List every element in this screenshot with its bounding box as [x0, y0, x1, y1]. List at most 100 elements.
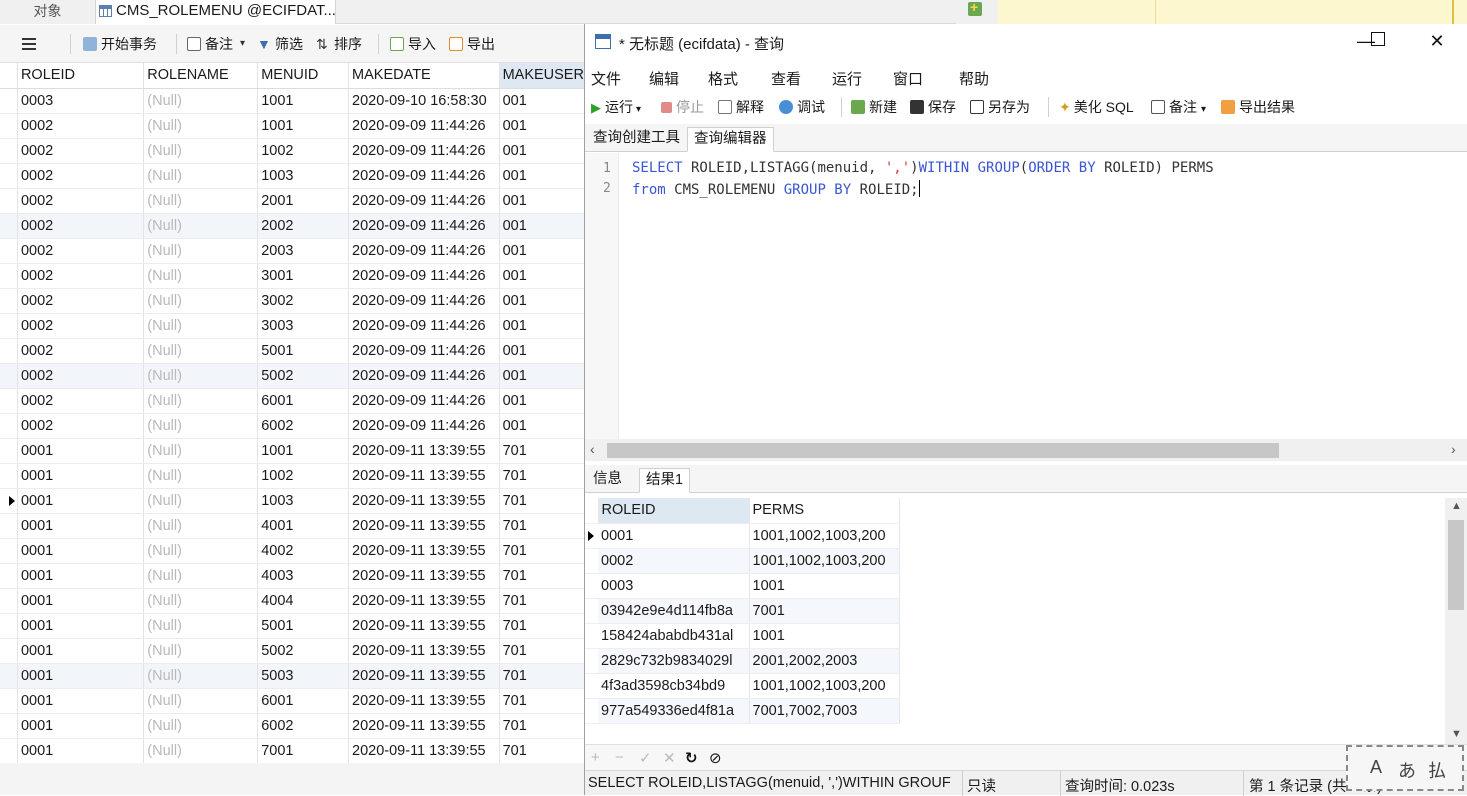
row-marker[interactable]: [0, 163, 18, 189]
cell-menuid[interactable]: 3003: [257, 313, 350, 339]
cell-menuid[interactable]: 6001: [257, 688, 350, 714]
cell-makedate[interactable]: 2020-09-09 11:44:26: [348, 338, 500, 364]
result-row[interactable]: 158424ababdb431al 1001: [585, 623, 900, 649]
cell-roleid[interactable]: 0002: [17, 388, 145, 414]
row-marker[interactable]: [0, 563, 18, 589]
row-marker[interactable]: [0, 113, 18, 139]
scroll-down-icon[interactable]: ▼: [1451, 728, 1462, 740]
cell-rolename[interactable]: (Null): [143, 613, 259, 639]
note-dropdown-icon[interactable]: ▾: [240, 34, 254, 54]
cell-roleid[interactable]: 0001: [17, 488, 145, 514]
result-cell-perms[interactable]: 1001,1002,1003,200: [749, 673, 900, 699]
cell-makeuser[interactable]: 001: [499, 338, 585, 364]
tab-table-cms-rolemenu[interactable]: CMS_ROLEMENU @ECIFDAT...: [96, 0, 336, 24]
table-row[interactable]: 0002 (Null) 2003 2020-09-09 11:44:26 001: [0, 238, 585, 264]
explain-button[interactable]: 解释: [718, 97, 764, 117]
row-marker[interactable]: [0, 138, 18, 164]
cell-makedate[interactable]: 2020-09-11 13:39:55: [348, 463, 500, 489]
menu-icon[interactable]: [22, 38, 36, 50]
cell-makedate[interactable]: 2020-09-09 11:44:26: [348, 413, 500, 439]
result-cell-roleid[interactable]: 0001: [598, 523, 750, 549]
cell-makeuser[interactable]: 701: [499, 538, 585, 564]
cell-menuid[interactable]: 5001: [257, 613, 350, 639]
cell-makedate[interactable]: 2020-09-09 11:44:26: [348, 313, 500, 339]
column-header-menuid[interactable]: MENUID: [257, 63, 350, 89]
cell-menuid[interactable]: 1002: [257, 463, 350, 489]
sort-button[interactable]: ⇅ 排序: [316, 34, 362, 54]
cell-menuid[interactable]: 1003: [257, 163, 350, 189]
row-marker[interactable]: [585, 523, 598, 549]
cell-rolename[interactable]: (Null): [143, 363, 259, 389]
table-row[interactable]: 0002 (Null) 2001 2020-09-09 11:44:26 001: [0, 188, 585, 214]
cell-rolename[interactable]: (Null): [143, 688, 259, 714]
cell-menuid[interactable]: 7001: [257, 738, 350, 763]
cell-rolename[interactable]: (Null): [143, 438, 259, 464]
note-button[interactable]: 备注: [187, 34, 233, 54]
tab-info[interactable]: 信息: [587, 468, 628, 493]
begin-transaction-button[interactable]: 开始事务: [83, 34, 157, 54]
cell-makedate[interactable]: 2020-09-09 11:44:26: [348, 188, 500, 214]
result-cell-roleid[interactable]: 0002: [598, 548, 750, 574]
row-marker[interactable]: [0, 213, 18, 239]
cell-makedate[interactable]: 2020-09-09 11:44:26: [348, 163, 500, 189]
row-marker[interactable]: [0, 488, 18, 514]
ime-mode-kana[interactable]: あ: [1398, 757, 1416, 783]
cell-rolename[interactable]: (Null): [143, 138, 259, 164]
cell-makeuser[interactable]: 001: [499, 313, 585, 339]
cell-makedate[interactable]: 2020-09-11 13:39:55: [348, 663, 500, 689]
result-cell-roleid[interactable]: 0003: [598, 573, 750, 599]
cell-makeuser[interactable]: 701: [499, 688, 585, 714]
scroll-up-icon[interactable]: ▲: [1451, 500, 1462, 512]
note-dropdown-icon[interactable]: ▾: [1201, 104, 1206, 115]
cell-makedate[interactable]: 2020-09-09 11:44:26: [348, 363, 500, 389]
cell-makeuser[interactable]: 001: [499, 288, 585, 314]
table-row[interactable]: 0002 (Null) 3003 2020-09-09 11:44:26 001: [0, 313, 585, 339]
cell-makedate[interactable]: 2020-09-09 11:44:26: [348, 213, 500, 239]
cell-roleid[interactable]: 0001: [17, 438, 145, 464]
row-marker[interactable]: [0, 313, 18, 339]
cell-menuid[interactable]: 1003: [257, 488, 350, 514]
cell-rolename[interactable]: (Null): [143, 163, 259, 189]
cell-rolename[interactable]: (Null): [143, 113, 259, 139]
cell-rolename[interactable]: (Null): [143, 538, 259, 564]
column-header-rolename[interactable]: ROLENAME: [143, 63, 259, 89]
cell-makedate[interactable]: 2020-09-11 13:39:55: [348, 738, 500, 763]
cell-menuid[interactable]: 5002: [257, 638, 350, 664]
table-row[interactable]: 0001 (Null) 1001 2020-09-11 13:39:55 701: [0, 438, 585, 464]
row-marker[interactable]: [0, 438, 18, 464]
cell-menuid[interactable]: 4002: [257, 538, 350, 564]
cell-menuid[interactable]: 3002: [257, 288, 350, 314]
menu-window[interactable]: 窗口: [893, 68, 923, 89]
table-row[interactable]: 0001 (Null) 4004 2020-09-11 13:39:55 701: [0, 588, 585, 614]
cell-menuid[interactable]: 2002: [257, 213, 350, 239]
cell-makeuser[interactable]: 701: [499, 638, 585, 664]
cell-rolename[interactable]: (Null): [143, 588, 259, 614]
cell-roleid[interactable]: 0001: [17, 738, 145, 763]
result-column-roleid[interactable]: ROLEID: [598, 498, 750, 524]
table-row[interactable]: 0001 (Null) 4003 2020-09-11 13:39:55 701: [0, 563, 585, 589]
row-marker[interactable]: [0, 513, 18, 539]
row-marker[interactable]: [0, 713, 18, 739]
result-row[interactable]: 03942e9e4d114fb8a 7001: [585, 598, 900, 624]
cell-makedate[interactable]: 2020-09-09 11:44:26: [348, 138, 500, 164]
cell-makeuser[interactable]: 001: [499, 88, 585, 114]
table-row[interactable]: 0001 (Null) 4002 2020-09-11 13:39:55 701: [0, 538, 585, 564]
import-button[interactable]: 导入: [390, 34, 436, 54]
menu-help[interactable]: 帮助: [959, 68, 989, 89]
table-row[interactable]: 0002 (Null) 6002 2020-09-09 11:44:26 001: [0, 413, 585, 439]
cell-makedate[interactable]: 2020-09-11 13:39:55: [348, 488, 500, 514]
cell-rolename[interactable]: (Null): [143, 663, 259, 689]
cell-makedate[interactable]: 2020-09-11 13:39:55: [348, 563, 500, 589]
cell-rolename[interactable]: (Null): [143, 263, 259, 289]
cell-roleid[interactable]: 0001: [17, 538, 145, 564]
cell-menuid[interactable]: 6001: [257, 388, 350, 414]
menu-edit[interactable]: 编辑: [649, 68, 679, 89]
stop-button[interactable]: 停止: [661, 97, 704, 117]
cell-makedate[interactable]: 2020-09-09 11:44:26: [348, 238, 500, 264]
row-marker[interactable]: [585, 573, 598, 599]
column-header-makedate[interactable]: MAKEDATE: [348, 63, 500, 89]
row-marker[interactable]: [0, 188, 18, 214]
cell-menuid[interactable]: 2001: [257, 188, 350, 214]
cell-makeuser[interactable]: 001: [499, 388, 585, 414]
cell-roleid[interactable]: 0002: [17, 313, 145, 339]
